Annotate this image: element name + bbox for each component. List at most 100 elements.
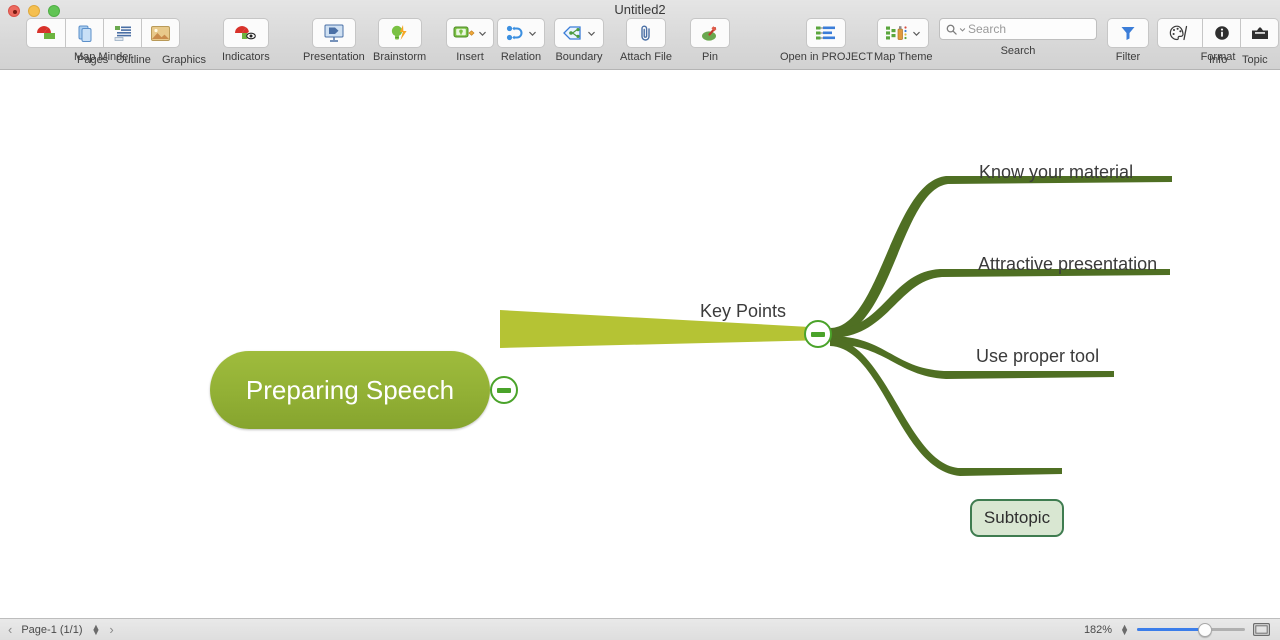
- central-topic[interactable]: Preparing Speech: [210, 351, 490, 429]
- search-input[interactable]: Search: [939, 18, 1097, 40]
- zoom-controls: 182% ▲ ▼: [1083, 622, 1280, 637]
- map-minder-icon: [37, 26, 55, 39]
- statusbar: ‹ Page-1 (1/1) ▲ ▼ › 182% ▲ ▼: [0, 618, 1280, 640]
- toolbar-label-pin: Pin: [702, 51, 718, 63]
- chevron-right-icon[interactable]: ›: [109, 623, 113, 636]
- subtopic-selected-node[interactable]: Subtopic: [970, 499, 1064, 537]
- map-theme-button[interactable]: [877, 18, 930, 48]
- toolbar-label-info-wrap: Info: [1209, 51, 1227, 66]
- subtopic-use-proper-tool[interactable]: Use proper tool: [976, 346, 1099, 367]
- toolbar-label-insert: Insert: [456, 51, 484, 63]
- boundary-button[interactable]: [554, 18, 604, 48]
- filter-icon: [1121, 27, 1135, 40]
- indicators-icon: [234, 25, 256, 41]
- graphics-button[interactable]: [142, 18, 180, 48]
- search-scope-chevron-icon[interactable]: [959, 26, 966, 33]
- toolbar-label-open-in-project: Open in PROJECT: [780, 51, 873, 63]
- outline-button[interactable]: [104, 18, 142, 48]
- format-button[interactable]: [1157, 18, 1203, 48]
- toolbar-label-filter: Filter: [1115, 51, 1141, 63]
- pin-icon: [702, 25, 717, 41]
- toolbar-item-indicators[interactable]: Indicators: [222, 18, 270, 63]
- zoom-slider[interactable]: [1137, 622, 1245, 637]
- map-minder-button[interactable]: [26, 18, 66, 48]
- subtopic-label: Attractive presentation: [978, 254, 1158, 274]
- toolbar-label-pages-wrap: Pages: [77, 51, 108, 66]
- subtopic-attractive-presentation[interactable]: Attractive presentation: [978, 254, 1157, 275]
- toolbar-item-presentation[interactable]: Presentation: [303, 18, 365, 63]
- window-title: Untitled2: [614, 2, 666, 17]
- central-topic-collapse-button[interactable]: [490, 376, 518, 404]
- toolbar-item-brainstorm[interactable]: Brainstorm: [373, 18, 426, 63]
- toolbar-item-search[interactable]: Search Search: [939, 18, 1097, 57]
- toolbar-item-open-in-project[interactable]: Open in PROJECT: [780, 18, 873, 63]
- toolbar-item-pin[interactable]: Pin: [690, 18, 730, 63]
- subtopic-label: Know your material: [979, 162, 1134, 182]
- titlebar: Untitled2 Map Minder Pages Outline Graph…: [0, 0, 1280, 70]
- zoom-level-label: 182%: [1083, 623, 1113, 636]
- toolbar-label-topic-wrap: Topic: [1242, 51, 1268, 66]
- topic-icon: [1251, 27, 1268, 39]
- mindmap-canvas[interactable]: Preparing Speech Key Points Know your ma…: [0, 70, 1280, 618]
- insert-button[interactable]: [446, 18, 494, 48]
- pages-icon: [78, 25, 91, 42]
- chevron-down-icon[interactable]: [528, 29, 537, 38]
- collapse-minus-icon: [497, 387, 511, 393]
- relation-icon: [506, 25, 523, 41]
- attach-file-button[interactable]: [625, 18, 666, 48]
- toolbar-item-filter[interactable]: Filter: [1107, 18, 1149, 63]
- toolbar-label-attach-file: Attach File: [620, 51, 672, 63]
- relation-button[interactable]: [497, 18, 545, 48]
- mindmap-branches: [500, 176, 1172, 476]
- zoom-slider-fill: [1137, 628, 1205, 631]
- open-in-project-button[interactable]: [806, 18, 847, 48]
- chevron-left-icon[interactable]: ‹: [8, 623, 12, 636]
- chevron-down-icon[interactable]: [587, 29, 596, 38]
- toolbar-label-info: Info: [1209, 54, 1228, 66]
- toolbar-label-relation: Relation: [500, 51, 542, 63]
- search-placeholder: Search: [968, 22, 1007, 36]
- boundary-icon: [563, 26, 581, 40]
- toolbar-label-outline: Outline: [116, 54, 151, 66]
- toolbar-label-graphics: Graphics: [162, 54, 207, 66]
- page-stepper-icon[interactable]: ▲ ▼: [92, 622, 101, 636]
- zoom-stepper-icon[interactable]: ▲ ▼: [1120, 622, 1129, 636]
- graphics-icon: [151, 25, 170, 41]
- subtopic-know-your-material[interactable]: Know your material: [979, 162, 1133, 183]
- brainstorm-icon: [391, 25, 407, 40]
- filter-button[interactable]: [1107, 18, 1149, 48]
- subtopic-label: Use proper tool: [976, 346, 1100, 366]
- page-navigation: ‹ Page-1 (1/1) ▲ ▼ ›: [0, 622, 114, 636]
- chevron-down-icon[interactable]: [912, 29, 921, 38]
- toolbar-item-attach-file[interactable]: Attach File: [620, 18, 672, 63]
- chevron-down-icon[interactable]: [478, 29, 487, 38]
- info-button[interactable]: [1203, 18, 1241, 48]
- toolbar-label-indicators: Indicators: [222, 51, 270, 63]
- toolbar-label-topic: Topic: [1242, 54, 1268, 66]
- zoom-slider-knob[interactable]: [1198, 622, 1212, 637]
- toolbar-item-map-theme[interactable]: Map Theme: [874, 18, 933, 63]
- presentation-icon: [324, 24, 344, 42]
- toolbar-label-presentation: Presentation: [303, 51, 365, 63]
- presentation-button[interactable]: [311, 18, 356, 48]
- search-icon: [946, 24, 957, 35]
- info-icon: [1214, 26, 1229, 40]
- pages-button[interactable]: [66, 18, 104, 48]
- subtopic-label: Subtopic: [983, 508, 1051, 527]
- toolbar-item-relation[interactable]: Relation: [497, 18, 545, 63]
- pin-button[interactable]: [690, 18, 730, 48]
- toolbar-label-search: Search: [1000, 45, 1036, 57]
- map-theme-icon: [886, 26, 907, 40]
- main-branch-collapse-button[interactable]: [804, 320, 832, 348]
- main-branch-topic[interactable]: Key Points: [700, 301, 786, 322]
- indicators-button[interactable]: [222, 18, 269, 48]
- page-label: Page-1 (1/1): [21, 623, 83, 636]
- toolbar-label-outline-wrap: Outline: [116, 51, 151, 66]
- fit-page-icon[interactable]: [1253, 623, 1270, 636]
- toolbar-item-boundary[interactable]: Boundary: [554, 18, 604, 63]
- toolbar-label-pages: Pages: [77, 54, 109, 66]
- topic-button[interactable]: [1241, 18, 1279, 48]
- collapse-minus-icon: [811, 331, 825, 337]
- toolbar-item-insert[interactable]: Insert: [446, 18, 494, 63]
- brainstorm-button[interactable]: [377, 18, 422, 48]
